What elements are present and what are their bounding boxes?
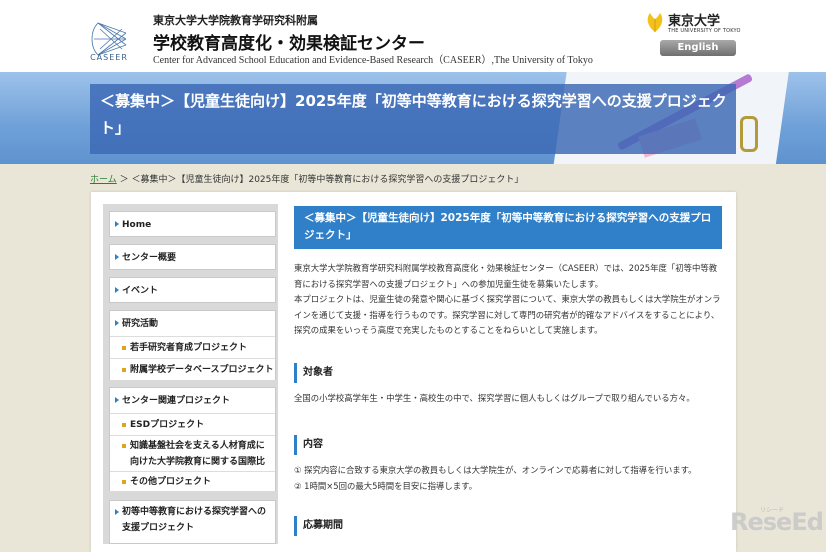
logo-text: CASEER — [90, 53, 128, 62]
sidebar-nav: Home センター概要 イベント 研究活動 若手研究者育成プロジェクト 附属学校… — [103, 204, 278, 544]
content-panel: Home センター概要 イベント 研究活動 若手研究者育成プロジェクト 附属学校… — [91, 192, 736, 552]
intro-paragraph: 本プロジェクトは、児童生徒の発意や関心に基づく探究学習について、東京大学の教員も… — [294, 294, 721, 335]
sidebar-item-label: Home — [122, 220, 152, 230]
sidebar-item-about[interactable]: センター概要 — [109, 244, 276, 270]
utokyo-name-ja[interactable]: 東京大学 — [668, 10, 720, 29]
sidebar-item-label: 初等中等教育における探究学習への支援プロジェクト — [122, 507, 267, 533]
banner-title: ＜募集中＞【児童生徒向け】2025年度「初等中等教育における探究学習への支援プロ… — [100, 92, 727, 137]
chevron-right-icon — [115, 254, 119, 260]
heading-accent-bar — [294, 516, 297, 536]
chevron-right-icon — [115, 509, 119, 515]
sidebar-item-label: 研究活動 — [122, 319, 159, 329]
section-heading-target: 対象者 — [294, 363, 722, 383]
section-text-content-2: ② 1時間×5回の最大5時間を目安に指導します。 — [294, 481, 478, 491]
heading-accent-bar — [294, 435, 297, 455]
breadcrumb-home-link[interactable]: ホーム — [90, 175, 117, 185]
utokyo-emblem-icon[interactable] — [644, 10, 666, 34]
chevron-right-icon — [115, 221, 119, 227]
utokyo-name-en: THE UNIVERSITY OF TOKYO — [668, 28, 741, 34]
sidebar-item-label: センター関連プロジェクト — [122, 396, 231, 406]
sidebar-item-events[interactable]: イベント — [109, 277, 276, 303]
section-heading-content: 内容 — [294, 435, 722, 455]
section-heading-period: 応募期間 — [294, 516, 722, 536]
bullet-square-icon — [122, 368, 126, 372]
site-header: CASEER 東京大学大学院教育学研究科附属 学校教育高度化・効果検証センター … — [0, 0, 826, 72]
org-english-name: Center for Advanced School Education and… — [153, 55, 593, 66]
section-heading-text: 応募期間 — [303, 520, 343, 531]
sidebar-subitem-label: 若手研究者育成プロジェクト — [130, 343, 248, 353]
section-heading-text: 内容 — [303, 439, 323, 450]
section-text-target: 全国の小学校高学年生・中学生・高校生の中で、探究学習に個人もしくはグループで取り… — [294, 393, 695, 403]
chevron-right-icon — [115, 397, 119, 403]
breadcrumb: ホーム ＞ ＜募集中＞【児童生徒向け】2025年度「初等中等教育における探究学習… — [90, 172, 523, 185]
intro-paragraphs: 東京大学大学院教育学研究科附属学校教育高度化・効果検証センター（CASEER）で… — [294, 261, 722, 339]
breadcrumb-separator: ＞ — [116, 175, 132, 185]
chevron-right-icon — [115, 320, 119, 326]
sidebar-subitem-label: 附属学校データベースプロジェクト — [130, 365, 274, 375]
org-parent-name: 東京大学大学院教育学研究科附属 — [153, 14, 318, 27]
section-heading-text: 対象者 — [303, 367, 333, 378]
bullet-square-icon — [122, 480, 126, 484]
intro-paragraph: 東京大学大学院教育学研究科附属学校教育高度化・効果検証センター（CASEER）で… — [294, 263, 718, 289]
breadcrumb-current: ＜募集中＞【児童生徒向け】2025年度「初等中等教育における探究学習への支援プロ… — [131, 175, 524, 185]
sidebar-item-label: センター概要 — [122, 253, 177, 263]
sidebar-subitem-young-researcher[interactable]: 若手研究者育成プロジェクト — [110, 336, 275, 358]
sidebar-subitem-label: ESDプロジェクト — [130, 420, 205, 430]
bullet-square-icon — [122, 346, 126, 350]
heading-accent-bar — [294, 363, 297, 383]
bullet-square-icon — [122, 423, 126, 427]
sidebar-subitem-school-database[interactable]: 附属学校データベースプロジェクト — [110, 358, 275, 380]
section-text-content-1: ① 探究内容に合致する東京大学の教員もしくは大学院生が、オンラインで応募者に対し… — [294, 465, 697, 475]
page-title: ＜募集中＞【児童生徒向け】2025年度「初等中等教育における探究学習への支援プロ… — [294, 206, 722, 249]
sidebar-subitem-other-projects[interactable]: その他プロジェクト — [110, 471, 275, 491]
page-banner: ＜募集中＞【児童生徒向け】2025年度「初等中等教育における探究学習への支援プロ… — [0, 72, 826, 164]
watermark-text: ReseEd — [730, 508, 824, 536]
sidebar-subitem-label: その他プロジェクト — [130, 477, 212, 487]
sidebar-subitem-esd[interactable]: ESDプロジェクト — [110, 413, 275, 435]
resed-watermark: リシード ReseEd — [728, 504, 826, 541]
sidebar-item-inquiry-support[interactable]: 初等中等教育における探究学習への支援プロジェクト — [109, 500, 276, 544]
sidebar-subitem-international-study[interactable]: 知識基盤社会を支える人材育成に向けた大学院教育に関する国際比較研究 — [110, 435, 275, 483]
sidebar-item-home[interactable]: Home — [109, 211, 276, 237]
english-button[interactable]: English — [660, 40, 736, 56]
banner-clip-decoration — [740, 116, 758, 152]
chevron-right-icon — [115, 287, 119, 293]
sidebar-item-label: イベント — [122, 286, 159, 296]
bullet-square-icon — [122, 444, 126, 448]
